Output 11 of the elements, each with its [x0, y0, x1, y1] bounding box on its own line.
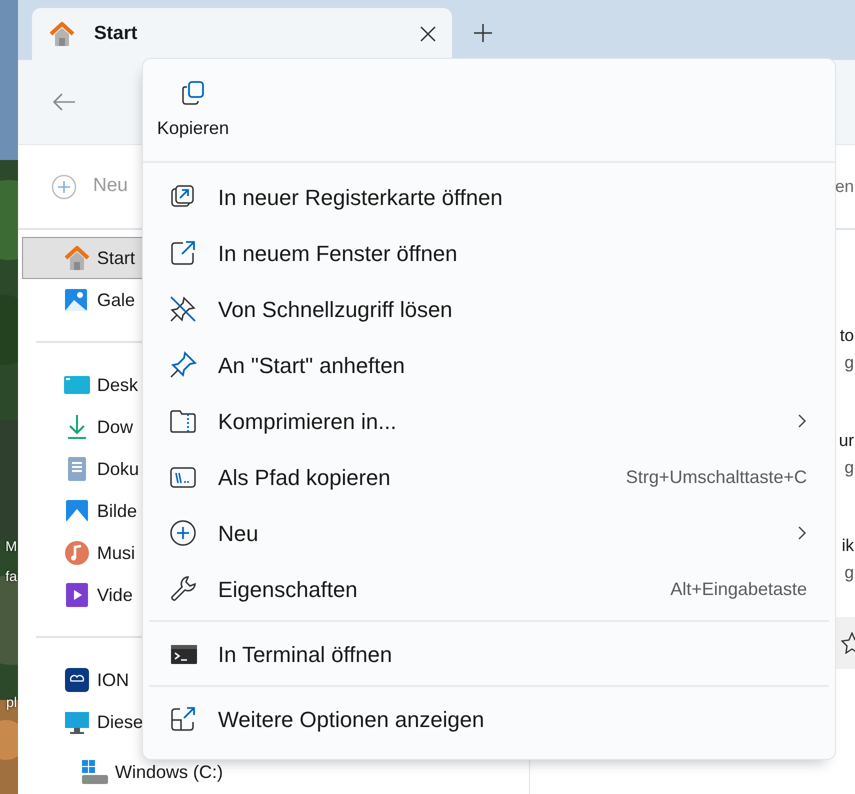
item-subtitle: g — [844, 352, 854, 374]
desktop-icon-label: M — [5, 537, 17, 556]
shortcut-label: Alt+Eingabetaste — [670, 578, 807, 601]
item-title: ik — [842, 535, 854, 557]
shortcut-label: Strg+Umschalttaste+C — [626, 466, 807, 489]
toolbar-label: en — [835, 176, 854, 198]
desktop-icon-label: fa — [5, 567, 17, 586]
item-title: ur — [838, 430, 854, 452]
item-subtitle: g — [844, 562, 854, 584]
item-title: to — [840, 325, 854, 347]
item-subtitle: g — [844, 457, 854, 479]
